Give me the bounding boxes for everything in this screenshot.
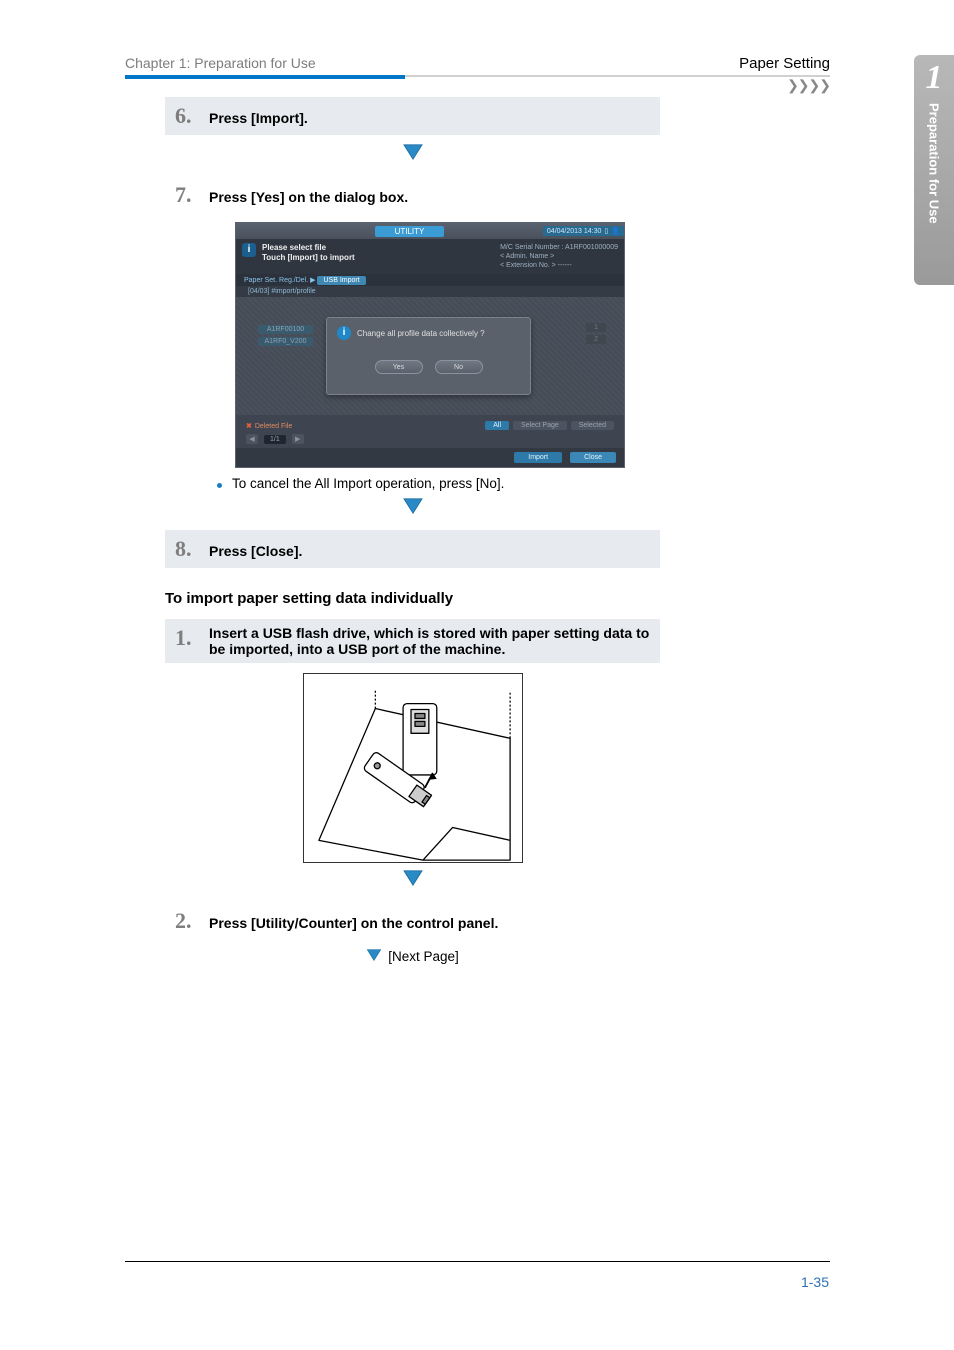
yes-button[interactable]: Yes [375, 360, 423, 374]
row-indicator-2: 2 [586, 335, 606, 344]
next-page-label: [Next Page] [388, 949, 459, 964]
person-icon: 👤 [611, 227, 620, 235]
page-number: 1-35 [801, 1274, 829, 1290]
step-text: Insert a USB flash drive, which is store… [209, 625, 650, 657]
header-underline [125, 75, 830, 79]
chapter-tab-label: Preparation for Use [927, 103, 942, 224]
file-list: A1RF00100 A1RF0_V200 [258, 325, 313, 349]
page-next-icon[interactable]: ▶ [292, 434, 304, 444]
breadcrumb-active[interactable]: USB Import [317, 276, 365, 285]
next-arrow-icon [366, 948, 382, 965]
file-item-1[interactable]: A1RF00100 [258, 325, 313, 334]
step-number: 2. [175, 908, 197, 934]
page-prev-icon[interactable]: ◀ [246, 434, 258, 444]
row-indicator-1: 1 [586, 323, 606, 332]
step-6: 6. Press [Import]. [165, 97, 660, 135]
down-arrow-icon [165, 143, 660, 166]
down-arrow-icon [165, 497, 660, 520]
deleted-file-label: ✖Deleted File [246, 422, 292, 430]
bullet-icon [217, 483, 222, 488]
usb-port-figure [303, 673, 523, 863]
dialog-info-icon: i [337, 326, 351, 340]
step-1-sub: 1. Insert a USB flash drive, which is st… [165, 619, 660, 663]
footer-divider [125, 1261, 830, 1262]
file-item-2[interactable]: A1RF0_V200 [258, 337, 313, 346]
breadcrumb-left: Paper Set. Reg./Del. ▶ [244, 277, 316, 284]
dialog-message: Change all profile data collectively ? [357, 329, 485, 338]
selected-chip[interactable]: Selected [571, 421, 614, 430]
next-page-link[interactable]: [Next Page] [165, 948, 660, 965]
admin-label: < Admin. Name > [500, 252, 618, 261]
step-number: 1. [175, 625, 197, 651]
import-button[interactable]: Import [514, 452, 562, 463]
subsection-heading: To import paper setting data individuall… [165, 590, 660, 607]
step-number: 7. [175, 182, 197, 208]
chapter-tab-number: 1 [926, 61, 943, 95]
step-2-sub: 2. Press [Utility/Counter] on the contro… [165, 902, 660, 940]
header-arrows-icon: ❯❯❯❯ [787, 77, 830, 94]
down-arrow-icon [165, 869, 660, 892]
chapter-title: Chapter 1: Preparation for Use [125, 55, 316, 71]
ext-label: < Extension No. > ------ [500, 261, 618, 270]
utility-label: UTILITY [375, 226, 445, 237]
info-line-2: Touch [Import] to import [262, 253, 355, 263]
step-text: Press [Yes] on the dialog box. [209, 189, 408, 205]
step-text: Press [Utility/Counter] on the control p… [209, 915, 498, 931]
chapter-tab: 1 Preparation for Use [914, 55, 954, 285]
step-text: Press [Import]. [209, 110, 308, 126]
note-text: To cancel the All Import operation, pres… [232, 476, 504, 491]
step-number: 6. [175, 103, 197, 129]
note-bullet: To cancel the All Import operation, pres… [217, 476, 660, 491]
select-page-chip[interactable]: Select Page [513, 421, 567, 430]
section-title: Paper Setting [739, 55, 830, 72]
no-button[interactable]: No [435, 360, 483, 374]
info-line-1: Please select file [262, 243, 355, 253]
page-count: 1/1 [264, 435, 286, 444]
step-number: 8. [175, 536, 197, 562]
step-8: 8. Press [Close]. [165, 530, 660, 568]
step-7: 7. Press [Yes] on the dialog box. [165, 176, 660, 214]
utility-screenshot: UTILITY 04/04/2013 14:30 ▯ 👤 i Please se… [235, 222, 625, 468]
datetime: 04/04/2013 14:30 ▯ 👤 [543, 226, 624, 236]
step-text: Press [Close]. [209, 543, 302, 559]
close-button[interactable]: Close [570, 452, 616, 463]
confirm-dialog: i Change all profile data collectively ?… [326, 317, 531, 395]
info-icon: i [242, 243, 256, 257]
all-chip[interactable]: All [485, 421, 509, 430]
memory-icon: ▯ [604, 227, 608, 235]
serial-label: M/C Serial Number : A1RF001000009 [500, 243, 618, 252]
screenshot-subhead: [04/03] #import/profile [236, 286, 624, 297]
